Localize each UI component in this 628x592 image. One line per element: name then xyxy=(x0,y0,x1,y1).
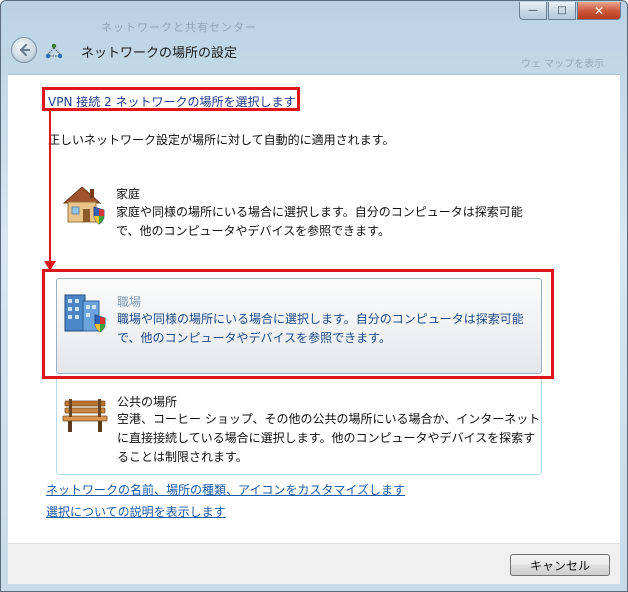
minimize-icon: — xyxy=(528,5,538,16)
cancel-button[interactable]: キャンセル xyxy=(510,554,610,576)
office-building-shield-icon xyxy=(64,294,106,333)
option-title-work: 職場 xyxy=(117,295,142,309)
customize-network-link[interactable]: ネットワークの名前、場所の種類、アイコンをカスタマイズします xyxy=(46,481,405,498)
close-icon: ✕ xyxy=(593,3,605,18)
minimize-button[interactable]: — xyxy=(519,2,547,20)
maximize-icon: □ xyxy=(557,5,567,16)
option-title-public: 公共の場所 xyxy=(117,395,178,409)
dialog-window: ネットワークと共有センター — □ ✕ ネットワークの場所の設定 ウェ マップを… xyxy=(0,0,628,592)
dialog-footer: キャンセル xyxy=(8,543,620,584)
content-area: VPN 接続 2 ネットワークの場所を選択します 正しいネットワーク設定が場所に… xyxy=(8,74,620,544)
annotation-arrow-line xyxy=(49,111,51,263)
back-button[interactable] xyxy=(11,37,37,63)
dialog-title: ネットワークの場所の設定 xyxy=(81,46,238,61)
page-heading: VPN 接続 2 ネットワークの場所を選択します xyxy=(48,95,296,109)
page-instruction: 正しいネットワーク設定が場所に対して自動的に適用されます。 xyxy=(48,133,395,147)
maximize-button[interactable]: □ xyxy=(548,2,576,20)
option-desc-work: 職場や同様の場所にいる場合に選択します。自分のコンピュータは探索可能で、他のコン… xyxy=(117,312,524,345)
location-option-public[interactable]: 公共の場所 空港、コーヒー ショップ、その他の公共の場所にいる場合か、インターネ… xyxy=(56,379,542,475)
window-controls: — □ ✕ xyxy=(519,2,621,20)
option-desc-home: 家庭や同様の場所にいる場合に選択します。自分のコンピュータは探索可能で、他のコン… xyxy=(116,205,523,238)
back-arrow-icon xyxy=(19,43,31,57)
option-desc-public: 空港、コーヒー ショップ、その他の公共の場所にいる場合か、インターネットに直接接… xyxy=(117,412,541,464)
house-shield-icon xyxy=(62,186,105,225)
background-window-text: ウェ マップを表示 xyxy=(521,59,605,70)
location-option-home[interactable]: 家庭 家庭や同様の場所にいる場合に選択します。自分のコンピュータは探索可能で、他… xyxy=(56,175,542,245)
option-title-home: 家庭 xyxy=(116,187,141,201)
network-icon xyxy=(45,43,63,59)
explain-selection-link[interactable]: 選択についての説明を表示します xyxy=(46,503,226,520)
park-bench-icon xyxy=(62,399,108,432)
location-option-work[interactable]: 職場 職場や同様の場所にいる場合に選択します。自分のコンピュータは探索可能で、他… xyxy=(56,278,542,374)
close-button[interactable]: ✕ xyxy=(577,2,621,20)
